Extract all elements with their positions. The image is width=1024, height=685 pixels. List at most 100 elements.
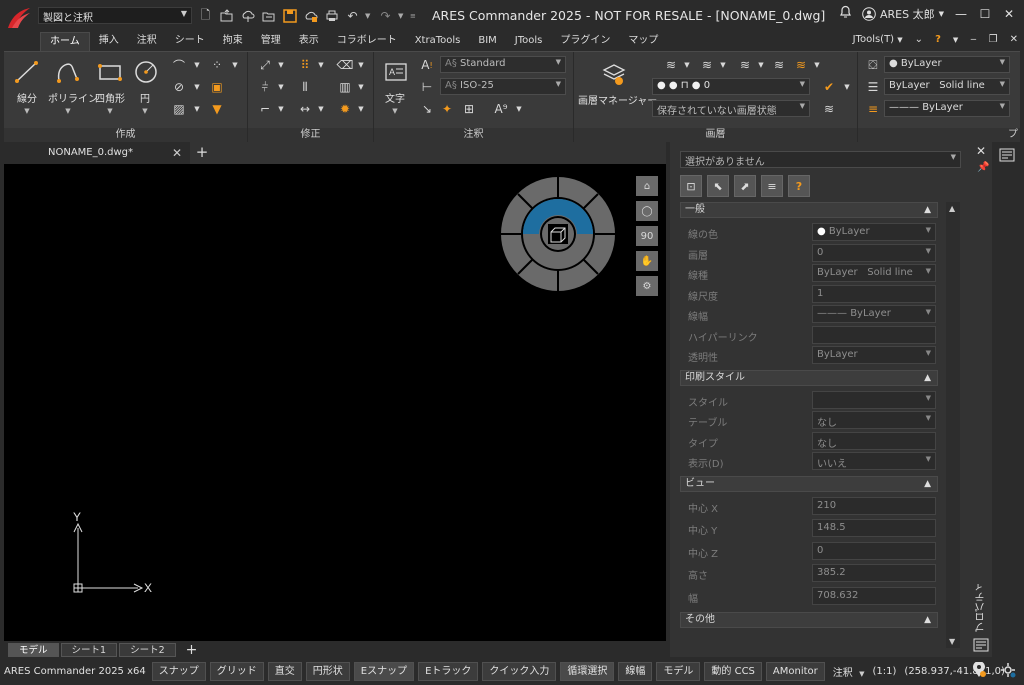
ribbon-minimize-icon[interactable]: ⌄ (915, 34, 923, 45)
save-icon[interactable] (281, 7, 298, 25)
select-objects-icon[interactable]: ⬉ (707, 175, 729, 197)
layout-tab-model[interactable]: モデル (8, 643, 59, 657)
chevron-down-icon[interactable]: ▼ (272, 78, 290, 96)
tab-home[interactable]: ホーム (40, 32, 90, 51)
undo-icon[interactable]: ↶ (344, 7, 361, 25)
ares-logo-icon[interactable] (6, 6, 32, 32)
notification-bell-icon[interactable] (839, 5, 852, 22)
section-print-style[interactable]: 印刷スタイル ▲ (680, 369, 938, 386)
layer-walk-icon[interactable]: ≋ (770, 56, 788, 74)
tab-collaborate[interactable]: コラボレート (328, 32, 406, 51)
tab-annotate[interactable]: 注釈 (128, 32, 166, 51)
layer-state-dropdown[interactable]: 保存されていない画層状態 ▼ (652, 100, 810, 117)
table-icon[interactable]: ⊞ (460, 100, 478, 118)
line-color-dropdown[interactable]: ● ByLayer ▼ (812, 223, 936, 241)
add-layout-button[interactable]: + (178, 643, 206, 657)
properties-palette-icon[interactable] (999, 148, 1015, 162)
etrack-toggle[interactable]: Eトラック (418, 662, 479, 681)
layout-tab-sheet2[interactable]: シート2 (119, 643, 176, 657)
color-dropdown[interactable]: ● ByLayer ▼ (884, 56, 1010, 73)
customize-qat-icon[interactable]: ≡ (410, 12, 418, 20)
minimize-button[interactable]: — (954, 7, 968, 21)
properties-dock-label[interactable]: プロパティ (974, 582, 989, 632)
customize-status-icon[interactable] (1000, 662, 1016, 678)
section-general[interactable]: 一般 ▲ (680, 202, 938, 218)
layer-state-manager-icon[interactable]: ≋ (820, 100, 838, 118)
snap-toggle[interactable]: スナップ (151, 662, 206, 681)
lineweight-toggle[interactable]: 線幅 (618, 662, 653, 681)
user-account[interactable]: ARES 太郎 ▼ (862, 6, 944, 22)
open-file-icon[interactable] (218, 7, 235, 25)
layer-dropdown[interactable]: ● ● ⊓ ● 0 ▼ (652, 78, 810, 95)
center-y-field[interactable]: 148.5 (812, 519, 936, 537)
drawing-canvas[interactable]: ⌂ ◯ 90 ✋ ⚙ Y X (4, 164, 666, 641)
undo-dropdown-icon[interactable]: ▼ (365, 12, 373, 20)
quick-select-icon[interactable]: ⬈ (734, 175, 756, 197)
transparency-dropdown[interactable]: ByLayer ▼ (812, 346, 936, 364)
tab-map[interactable]: マップ (619, 32, 667, 51)
polar-toggle[interactable]: 円形状 (305, 662, 350, 681)
doc-close-button[interactable]: ✕ (1010, 34, 1018, 45)
home-view-icon[interactable]: ⌂ (636, 176, 658, 196)
rotate-90-button[interactable]: 90 (636, 226, 658, 246)
toggle-pickadd-icon[interactable]: ⊡ (680, 175, 702, 197)
filter-select-icon[interactable]: ≡ (761, 175, 783, 197)
linetype-dropdown[interactable]: ByLayer Solid line ▼ (812, 264, 936, 282)
new-file-icon[interactable]: 🗋 (197, 7, 214, 25)
tab-constraints[interactable]: 拘束 (214, 32, 252, 51)
help-icon[interactable]: ? (935, 34, 941, 45)
document-tab[interactable]: NONAME_0.dwg* ✕ (4, 142, 190, 164)
print-style-dropdown[interactable]: ▼ (812, 390, 936, 409)
maximize-button[interactable]: ☐ (978, 7, 992, 21)
close-icon[interactable]: ✕ (172, 142, 182, 164)
wipeout-icon[interactable]: ▼ (208, 100, 226, 118)
linetype-dropdown[interactable]: ByLayer Solid line ▼ (884, 78, 1010, 95)
close-button[interactable]: ✕ (1002, 7, 1016, 21)
redo-icon[interactable]: ↷ (377, 7, 394, 25)
text-button[interactable]: A 文字 ▼ (382, 58, 408, 115)
rectangle-button[interactable]: 四角形 ▼ (94, 58, 126, 115)
orbit-icon[interactable]: ◯ (636, 201, 658, 221)
chevron-down-icon[interactable]: ▼ (188, 56, 206, 74)
chevron-down-icon[interactable]: ▼ (808, 56, 826, 74)
viewcube[interactable] (500, 176, 616, 292)
hyperlink-field[interactable] (812, 325, 936, 344)
print-display-dropdown[interactable]: いいえ ▼ (812, 452, 936, 470)
tab-plugins[interactable]: プラグイン (551, 32, 619, 51)
tab-view[interactable]: 表示 (290, 32, 328, 51)
ellipse-icon[interactable]: ⊘ (170, 78, 188, 96)
center-z-field[interactable]: 0 (812, 541, 936, 560)
circle-button[interactable]: 円 ▼ (132, 58, 158, 115)
chevron-down-icon[interactable]: ▼ (352, 56, 370, 74)
annotation-scale-dropdown[interactable]: 注釈 ▼ (833, 664, 865, 679)
chevron-down-icon[interactable]: ▼ (714, 56, 732, 74)
print-icon[interactable] (323, 7, 340, 25)
save-cloud-icon[interactable] (302, 7, 319, 25)
tab-manage[interactable]: 管理 (252, 32, 290, 51)
center-x-field[interactable]: 210 (812, 496, 936, 515)
chevron-down-icon[interactable]: ▼ (188, 100, 206, 118)
tab-insert[interactable]: 挿入 (90, 32, 128, 51)
region-icon[interactable]: ▣ (208, 78, 226, 96)
new-tab-button[interactable]: + (192, 144, 212, 162)
scroll-up-icon[interactable]: ▲ (949, 204, 955, 213)
view-width-field[interactable]: 708.632 (812, 586, 936, 605)
tab-jtools[interactable]: JTools (506, 32, 552, 51)
tab-sheet[interactable]: シート (166, 32, 214, 51)
ortho-toggle[interactable]: 直交 (267, 662, 302, 681)
doc-restore-button[interactable]: ❐ (989, 34, 998, 45)
layer-dropdown[interactable]: 0 ▼ (812, 243, 936, 262)
chevron-down-icon[interactable]: ▼ (352, 78, 370, 96)
polyline-button[interactable]: ポリライン ▼ (48, 58, 98, 115)
multileader-icon[interactable]: A⁹ (492, 100, 510, 118)
chevron-down-icon[interactable]: ▼ (312, 100, 330, 118)
dim-style-dropdown[interactable]: A§ ISO-25 ▼ (440, 78, 566, 95)
cycle-select-toggle[interactable]: 循環選択 (560, 662, 615, 681)
chevron-down-icon[interactable]: ▼ (272, 100, 290, 118)
open-folder-icon[interactable] (260, 7, 277, 25)
line-button[interactable]: 線分 ▼ (12, 58, 42, 115)
smart-dimension-icon[interactable]: ✦ (438, 100, 456, 118)
chevron-down-icon[interactable]: ▼ (272, 56, 290, 74)
chevron-down-icon[interactable]: ▼ (352, 100, 370, 118)
settings-gear-icon[interactable]: ⚙ (636, 276, 658, 296)
